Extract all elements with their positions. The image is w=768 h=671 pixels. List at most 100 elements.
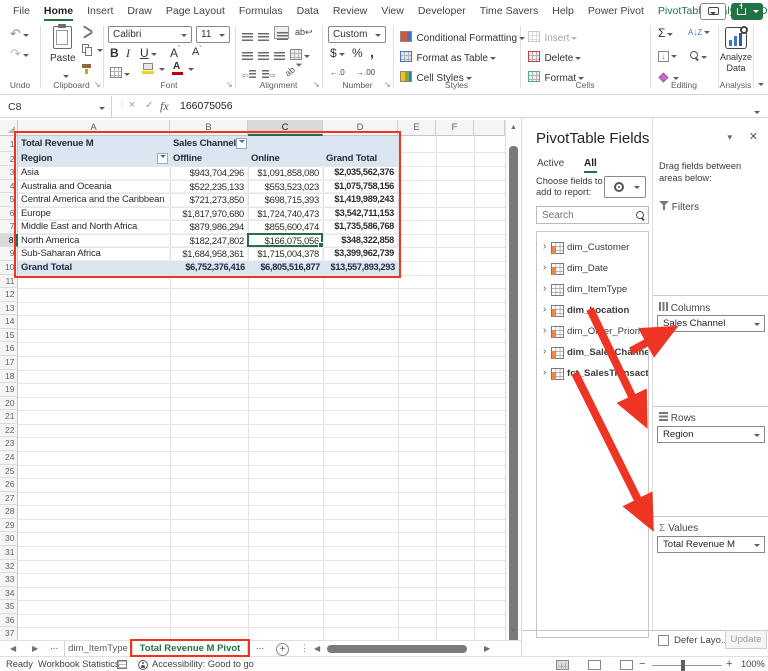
row-header-18[interactable]: 18	[0, 370, 18, 384]
align-top-button[interactable]	[242, 28, 253, 46]
select-all-corner[interactable]	[0, 120, 18, 136]
field-item-dim_date[interactable]: ›dim_Date	[537, 259, 648, 280]
search-input[interactable]	[542, 208, 630, 222]
pivot-cell-A10[interactable]: Grand Total	[18, 261, 170, 275]
insert-function-icon[interactable]: fx	[160, 99, 169, 114]
zoom-in-icon[interactable]: +	[726, 658, 732, 670]
redo-button[interactable]: ↷	[10, 46, 29, 62]
pivot-cell-B2[interactable]: Offline	[170, 152, 248, 166]
cancel-icon[interactable]: ×	[129, 99, 135, 111]
row-header-14[interactable]: 14	[0, 315, 18, 329]
row-header-20[interactable]: 20	[0, 397, 18, 411]
field-item-dim_customer[interactable]: ›dim_Customer	[537, 238, 648, 259]
fill-color-button[interactable]	[142, 63, 154, 74]
row-header-6[interactable]: 6	[0, 207, 18, 221]
pivot-cell-C4[interactable]: $553,523,023	[248, 180, 323, 194]
grow-font-button[interactable]: Aˆ	[170, 46, 180, 60]
ribbon-tab-formulas[interactable]: Formulas	[232, 0, 290, 22]
pivot-cell-D8[interactable]: $348,322,858	[323, 234, 398, 248]
selected-cell-C8[interactable]	[247, 233, 323, 248]
row-header-29[interactable]: 29	[0, 519, 18, 533]
row-header-17[interactable]: 17	[0, 356, 18, 370]
fill-button[interactable]: ↓	[658, 46, 677, 64]
scroll-up-icon[interactable]: ▲	[510, 124, 517, 131]
formula-bar-splitter[interactable]: ⋮	[117, 99, 127, 110]
pivot-cell-C1[interactable]	[248, 136, 323, 152]
column-header-E[interactable]: E	[398, 120, 436, 136]
update-button[interactable]: Update	[725, 630, 767, 649]
pivot-cell-B10[interactable]: $6,752,376,416	[170, 261, 248, 275]
pivot-cell-B8[interactable]: $182,247,802	[170, 234, 248, 248]
row-header-28[interactable]: 28	[0, 505, 18, 519]
pivot-cell-B3[interactable]: $943,704,296	[170, 166, 248, 180]
rows-field-pill[interactable]: Region	[657, 426, 765, 443]
row-header-7[interactable]: 7	[0, 220, 18, 234]
autosum-button[interactable]: Σ	[658, 26, 673, 40]
vertical-scrollbar[interactable]: ▲ ▼	[505, 120, 520, 640]
formula-input[interactable]: 166075056	[180, 100, 233, 112]
workbook-statistics-button[interactable]: Workbook Statistics	[38, 659, 119, 669]
row-header-24[interactable]: 24	[0, 451, 18, 465]
row-header-26[interactable]: 26	[0, 478, 18, 492]
ribbon-tab-page-layout[interactable]: Page Layout	[159, 0, 232, 22]
ribbon-tab-home[interactable]: Home	[37, 0, 80, 22]
pivot-cell-D7[interactable]: $1,735,586,768	[323, 220, 398, 234]
pivot-cell-D10[interactable]: $13,557,893,293	[323, 261, 398, 275]
number-format-combo[interactable]: Custom	[328, 26, 386, 43]
field-item-dim_saleschannel[interactable]: ›dim_SalesChannel	[537, 343, 648, 364]
row-header-3[interactable]: 3	[0, 166, 18, 180]
panel-close-icon[interactable]: ✕	[749, 130, 758, 143]
expand-icon[interactable]: ›	[543, 241, 546, 252]
zoom-out-icon[interactable]: −	[639, 658, 645, 670]
pivot-cell-A4[interactable]: Australia and Oceania	[18, 180, 170, 194]
sheet-overflow-left-icon[interactable]: ...	[50, 641, 58, 652]
row-header-35[interactable]: 35	[0, 600, 18, 614]
values-field-pill[interactable]: Total Revenue M	[657, 536, 765, 553]
accounting-format-button[interactable]: $	[330, 46, 345, 60]
wrap-text-button[interactable]: ab↩	[295, 27, 313, 38]
pivot-cell-C2[interactable]: Online	[248, 152, 323, 166]
ribbon-tab-data[interactable]: Data	[290, 0, 326, 22]
ribbon-tab-time-savers[interactable]: Time Savers	[473, 0, 546, 22]
font-size-combo[interactable]: 11	[196, 26, 230, 43]
row-header-5[interactable]: 5	[0, 193, 18, 207]
pivot-cell-A9[interactable]: Sub-Saharan Africa	[18, 247, 170, 261]
zoom-slider[interactable]	[652, 665, 722, 666]
page-break-view-icon[interactable]	[620, 660, 633, 670]
pivot-cell-D6[interactable]: $3,542,711,153	[323, 207, 398, 221]
accessibility-status[interactable]: Accessibility: Good to go	[152, 659, 254, 669]
expand-icon[interactable]: ›	[543, 262, 546, 273]
field-item-dim_itemtype[interactable]: ›dim_ItemType	[537, 280, 648, 301]
expand-icon[interactable]: ›	[543, 325, 546, 336]
column-header-A[interactable]: A	[18, 120, 170, 136]
sheet-next-icon[interactable]: ▶	[32, 644, 38, 653]
row-header-13[interactable]: 13	[0, 302, 18, 316]
page-layout-view-icon[interactable]	[588, 660, 601, 670]
format-as-table-button[interactable]: Format as Table	[400, 48, 496, 66]
pivot-cell-C9[interactable]: $1,715,004,378	[248, 247, 323, 261]
column-header-D[interactable]: D	[323, 120, 398, 136]
expand-icon[interactable]: ›	[543, 304, 546, 315]
number-dialog-launcher[interactable]: ↘	[384, 80, 391, 89]
row-header-2[interactable]: 2	[0, 152, 18, 166]
shrink-font-button[interactable]: Aˇ	[192, 46, 202, 58]
comments-button[interactable]	[700, 3, 726, 20]
ribbon-tab-power-pivot[interactable]: Power Pivot	[581, 0, 651, 22]
field-item-dim_location[interactable]: ›dim_Location	[537, 301, 648, 322]
pivot-cell-A6[interactable]: Europe	[18, 207, 170, 221]
column-header-C[interactable]: C	[248, 120, 323, 136]
row-header-9[interactable]: 9	[0, 247, 18, 261]
pivot-cell-A8[interactable]: North America	[18, 234, 170, 248]
align-bottom-button[interactable]	[274, 26, 289, 39]
row-header-16[interactable]: 16	[0, 342, 18, 356]
underline-button[interactable]: U	[140, 46, 157, 60]
row-header-25[interactable]: 25	[0, 465, 18, 479]
scroll-down-icon[interactable]: ▼	[510, 628, 517, 635]
sheet-prev-icon[interactable]: ◀	[10, 644, 16, 653]
row-header-8[interactable]: 8	[0, 234, 18, 248]
row-header-12[interactable]: 12	[0, 288, 18, 302]
row-header-23[interactable]: 23	[0, 437, 18, 451]
enter-icon[interactable]: ✓	[145, 100, 153, 111]
pivot-cell-C10[interactable]: $6,805,516,877	[248, 261, 323, 275]
panel-chevron-down-icon[interactable]: ▾	[727, 132, 732, 143]
